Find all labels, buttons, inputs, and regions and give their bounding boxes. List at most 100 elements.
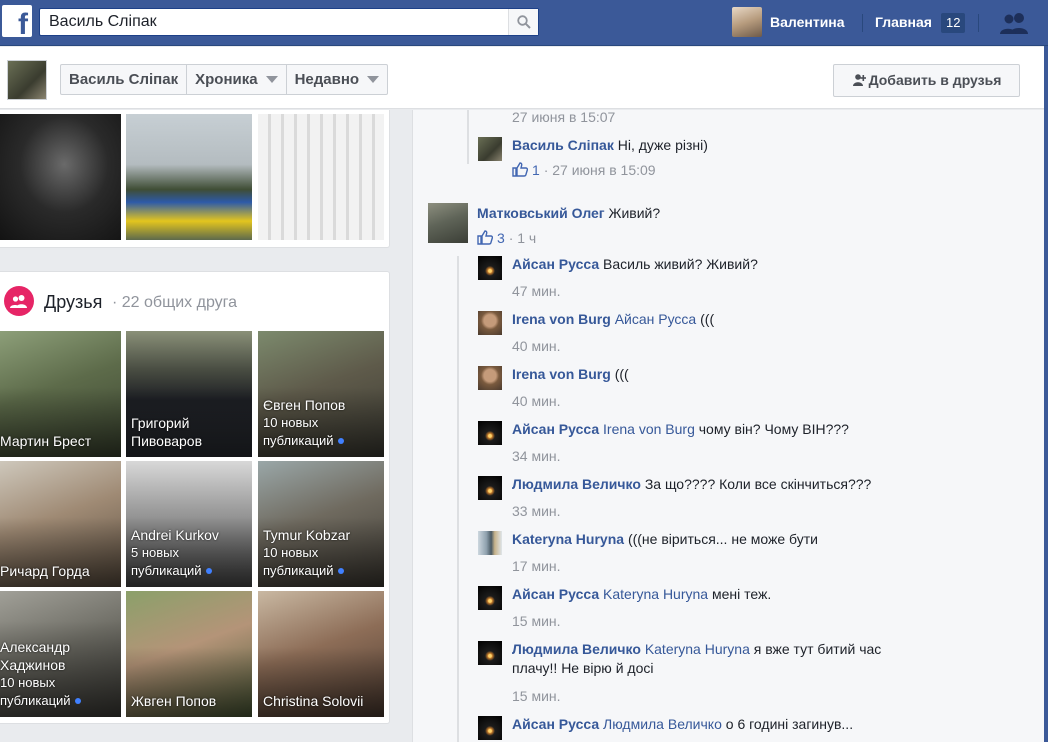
home-link[interactable]: Главная — [875, 14, 932, 30]
friend-requests-icon[interactable] — [1000, 12, 1030, 34]
friend-name: Christina Solovii — [263, 693, 364, 709]
comment-timestamp[interactable]: 47 мин. — [512, 282, 561, 300]
friend-tile[interactable]: Andrei Kurkov 5 новых публикаций — [126, 461, 252, 587]
new-posts-dot — [337, 438, 344, 444]
scrollbar[interactable] — [1044, 46, 1048, 742]
comment-timestamp[interactable]: 40 мин. — [512, 392, 561, 410]
comment-author[interactable]: Irena von Burg — [512, 311, 611, 327]
add-friend-button[interactable]: Добавить в друзья — [833, 64, 1020, 97]
search-button[interactable] — [508, 9, 538, 35]
like-count[interactable]: 1 — [532, 162, 540, 178]
user-profile-link[interactable]: Валентина — [770, 14, 845, 30]
comment-text: Василь живий? Живий? — [603, 256, 758, 272]
comments-panel: 27 июня в 15:07 Василь Сліпак Ні, дуже р… — [412, 108, 1044, 742]
recent-dropdown[interactable]: Недавно — [287, 65, 387, 94]
friends-title[interactable]: Друзья — [44, 292, 102, 313]
comment-author[interactable]: Людмила Величко — [512, 476, 641, 492]
reply: Irena von Burg ((( — [512, 365, 629, 384]
home-notification-badge: 12 — [941, 13, 966, 33]
friend-note-text: 5 новых публикаций — [131, 545, 202, 578]
friend-tile[interactable]: Євген Попов 10 новых публикаций — [258, 331, 384, 457]
new-posts-dot — [205, 568, 212, 574]
friend-name: Мартин Брест — [0, 433, 92, 449]
comment-author[interactable]: Айсан Русса — [512, 421, 599, 437]
like-count[interactable]: 3 — [497, 230, 505, 246]
photo-thumbnail[interactable] — [0, 114, 121, 240]
friend-name: Ричард Горда — [0, 563, 90, 579]
friend-tile[interactable]: Александр Хаджинов 10 новых публикаций — [0, 591, 121, 717]
friend-tile[interactable]: Григорий Пивоваров — [126, 331, 252, 457]
friend-tile[interactable]: Tymur Kobzar 10 новых публикаций — [258, 461, 384, 587]
avatar[interactable] — [478, 311, 502, 335]
comment-author[interactable]: Людмила Величко — [512, 641, 641, 657]
mention-link[interactable]: Людмила Величко — [603, 716, 722, 732]
mention-link[interactable]: Kateryna Huryna — [603, 586, 708, 602]
friend-name: Tymur Kobzar — [263, 527, 351, 543]
comment-author[interactable]: Василь Сліпак — [512, 137, 614, 153]
friend-name: Александр Хаджинов — [0, 639, 71, 673]
comment-timestamp[interactable]: 15 мин. — [512, 612, 561, 630]
timeline-dropdown[interactable]: Хроника — [187, 65, 287, 94]
comment-text: мені теж. — [711, 586, 772, 602]
avatar[interactable] — [478, 256, 502, 280]
thread-line — [467, 110, 469, 164]
avatar[interactable] — [428, 203, 468, 243]
comment-text: За що???? Коли все скінчиться??? — [644, 476, 872, 492]
breadcrumb-profile-name[interactable]: Василь Сліпак — [61, 65, 188, 94]
comment-timestamp[interactable]: 15 мин. — [512, 687, 561, 705]
reply: Людмила Величко Kateryna Huryna я вже ту… — [512, 640, 912, 678]
photo-thumbnail[interactable] — [126, 114, 252, 240]
friend-tile[interactable]: Жвген Попов — [126, 591, 252, 717]
like-icon[interactable] — [512, 162, 528, 177]
friend-tile[interactable]: Christina Solovii — [258, 591, 384, 717]
comment-timestamp[interactable]: · 1 ч — [509, 230, 537, 246]
comment-author[interactable]: Айсан Русса — [512, 716, 599, 732]
friend-tile[interactable]: Мартин Брест — [0, 331, 121, 457]
search-icon — [517, 15, 531, 29]
new-posts-dot — [337, 568, 344, 574]
new-posts-dot — [74, 698, 81, 704]
avatar[interactable] — [478, 366, 502, 390]
avatar[interactable] — [478, 641, 502, 665]
comment-author[interactable]: Айсан Русса — [512, 586, 599, 602]
friend-note-text: 10 новых публикаций — [263, 415, 334, 448]
avatar[interactable] — [478, 586, 502, 610]
comment-author[interactable]: Матковський Олег — [477, 205, 605, 221]
friend-tile[interactable]: Ричард Горда — [0, 461, 121, 587]
avatar[interactable] — [478, 421, 502, 445]
friend-name: Григорий Пивоваров — [131, 415, 203, 449]
comment-author[interactable]: Irena von Burg — [512, 366, 611, 382]
mention-link[interactable]: Айсан Русса — [615, 311, 697, 327]
comment-text: ((( — [700, 311, 715, 327]
mention-link[interactable]: Irena von Burg — [603, 421, 695, 437]
reply: Айсан Русса Василь живий? Живий? — [512, 255, 758, 274]
friend-note: 10 новых публикаций — [263, 414, 373, 450]
mutual-friends-count[interactable]: · 22 общих друга — [112, 294, 237, 312]
timeline-label: Хроника — [195, 71, 258, 88]
comment-author[interactable]: Kateryna Huryna — [512, 531, 624, 547]
friend-note-text: 10 новых публикаций — [0, 675, 71, 708]
profile-thumbnail[interactable] — [7, 60, 47, 100]
avatar[interactable] — [478, 137, 502, 161]
mention-link[interactable]: Kateryna Huryna — [645, 641, 750, 657]
facebook-logo[interactable]: f — [2, 5, 32, 40]
comment-timestamp[interactable]: 40 мин. — [512, 337, 561, 355]
photo-thumbnail[interactable] — [258, 114, 384, 240]
avatar[interactable] — [478, 716, 502, 740]
comment-timestamp[interactable]: 17 мин. — [512, 557, 561, 575]
comment-timestamp[interactable]: 34 мин. — [512, 447, 561, 465]
search-input[interactable] — [40, 9, 508, 35]
user-avatar[interactable] — [732, 7, 762, 37]
avatar[interactable] — [478, 476, 502, 500]
chevron-down-icon — [265, 76, 278, 83]
comment-author[interactable]: Айсан Русса — [512, 256, 599, 272]
comment-timestamp[interactable]: · 27 июня в 15:09 — [544, 162, 656, 178]
comment-timestamp[interactable]: 27 июня в 15:07 — [512, 108, 615, 126]
like-icon[interactable] — [477, 230, 493, 245]
avatar[interactable] — [478, 531, 502, 555]
friend-name: Жвген Попов — [131, 693, 217, 709]
friend-name-block: Мартин Брест — [0, 432, 91, 450]
reply: Irena von Burg Айсан Русса ((( — [512, 310, 714, 329]
comment-timestamp[interactable]: 33 мин. — [512, 502, 561, 520]
chevron-down-icon — [367, 76, 380, 83]
